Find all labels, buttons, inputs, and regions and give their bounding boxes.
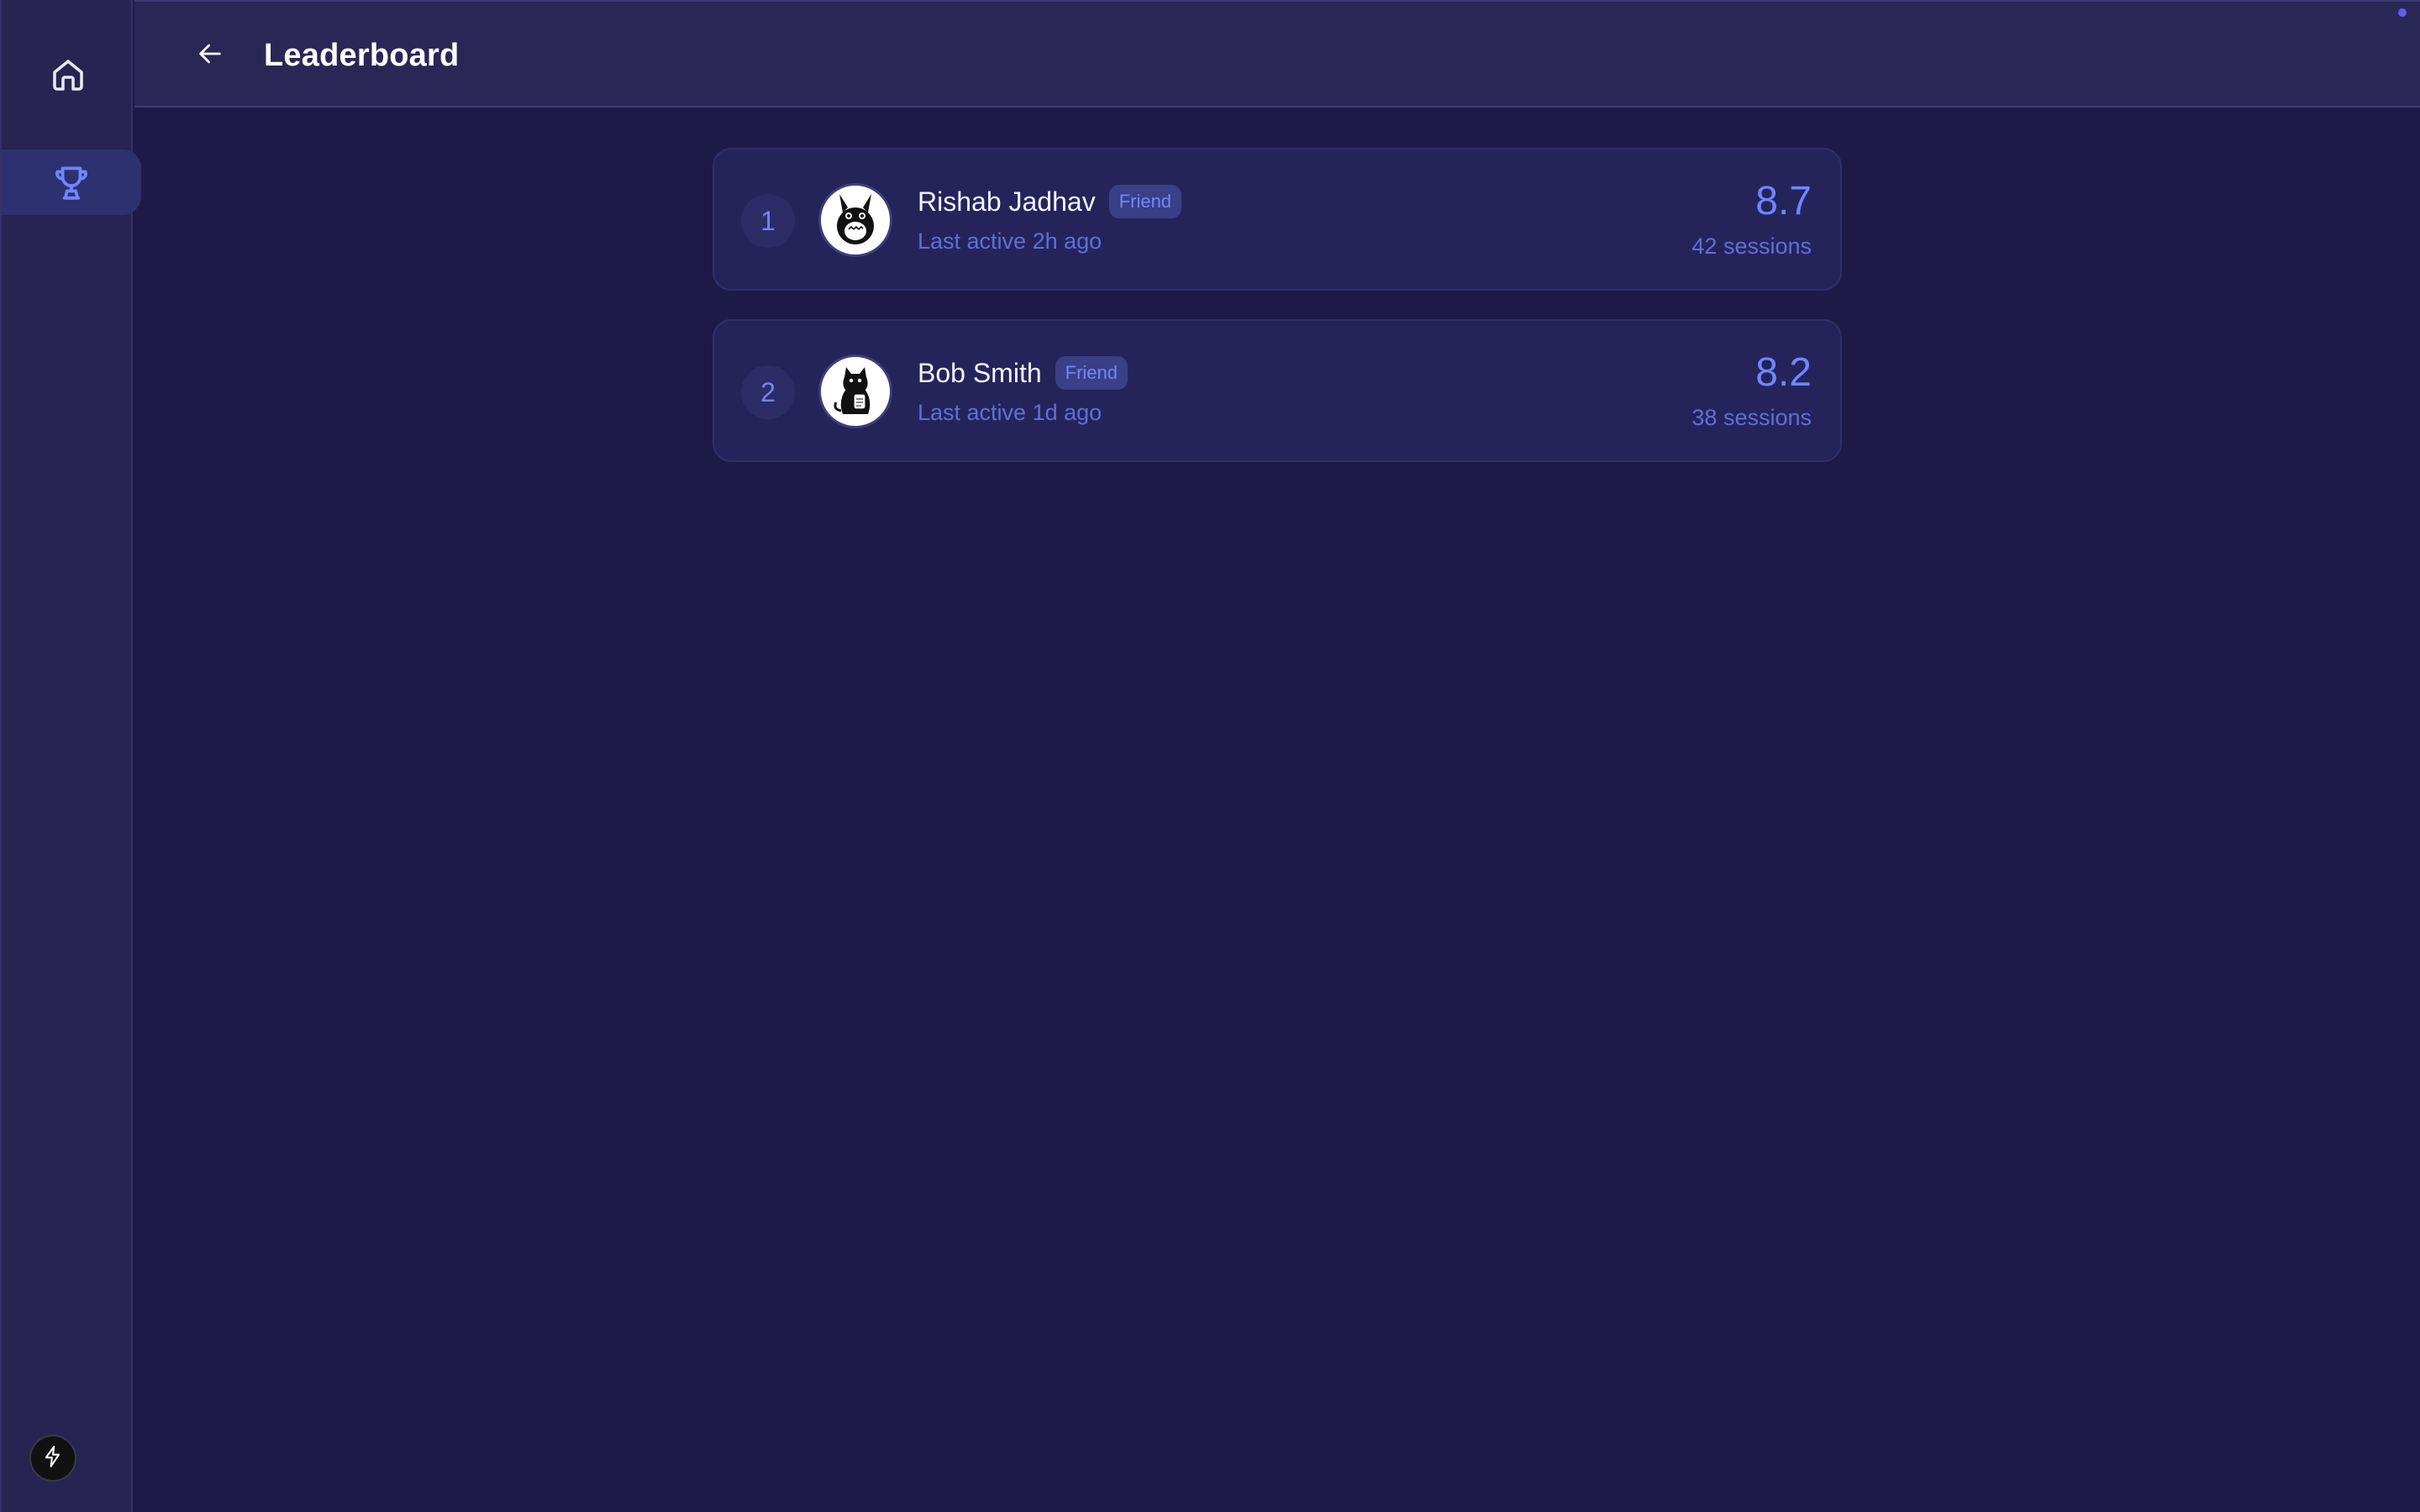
bolt-icon [41, 1445, 65, 1473]
last-active-text: Last active 1d ago [918, 400, 1102, 425]
last-active-text: Last active 2h ago [918, 228, 1102, 254]
score-value: 8.2 [1755, 350, 1812, 395]
page-title: Leaderboard [264, 38, 460, 73]
sidebar-item-home[interactable] [2, 42, 134, 108]
app-root: Leaderboard 1 Rishab Jadhav Friend Last … [0, 0, 2420, 1512]
name-line: Bob Smith Friend [918, 356, 1128, 390]
sidebar [0, 0, 141, 1512]
sessions-count: 42 sessions [1691, 234, 1812, 259]
friend-badge: Friend [1055, 356, 1128, 390]
leaderboard-row[interactable]: 2 Bob Smith Friend Last active 1d ago 8.… [713, 319, 1842, 462]
avatar [818, 183, 892, 257]
totoro-avatar-icon [826, 189, 885, 252]
status-dot [2398, 8, 2407, 17]
bolt-button[interactable] [29, 1435, 76, 1482]
back-button[interactable] [187, 32, 234, 79]
home-icon [48, 55, 88, 95]
player-name: Rishab Jadhav [918, 186, 1096, 217]
sidebar-item-leaderboard[interactable] [2, 150, 141, 215]
leaderboard-list: 1 Rishab Jadhav Friend Last active 2h ag… [713, 148, 1842, 491]
avatar [818, 354, 892, 428]
trophy-icon [50, 161, 92, 203]
top-bar: Leaderboard [134, 0, 2420, 108]
arrow-left-icon [196, 39, 224, 72]
score-value: 8.7 [1755, 179, 1812, 223]
leaderboard-row[interactable]: 1 Rishab Jadhav Friend Last active 2h ag… [713, 148, 1842, 291]
friend-badge: Friend [1108, 185, 1182, 218]
sessions-count: 38 sessions [1691, 405, 1812, 430]
rank-badge: 1 [741, 194, 795, 248]
rank-badge: 2 [741, 365, 795, 419]
player-name: Bob Smith [918, 358, 1042, 388]
name-line: Rishab Jadhav Friend [918, 185, 1182, 218]
cat-avatar-icon [826, 360, 885, 423]
